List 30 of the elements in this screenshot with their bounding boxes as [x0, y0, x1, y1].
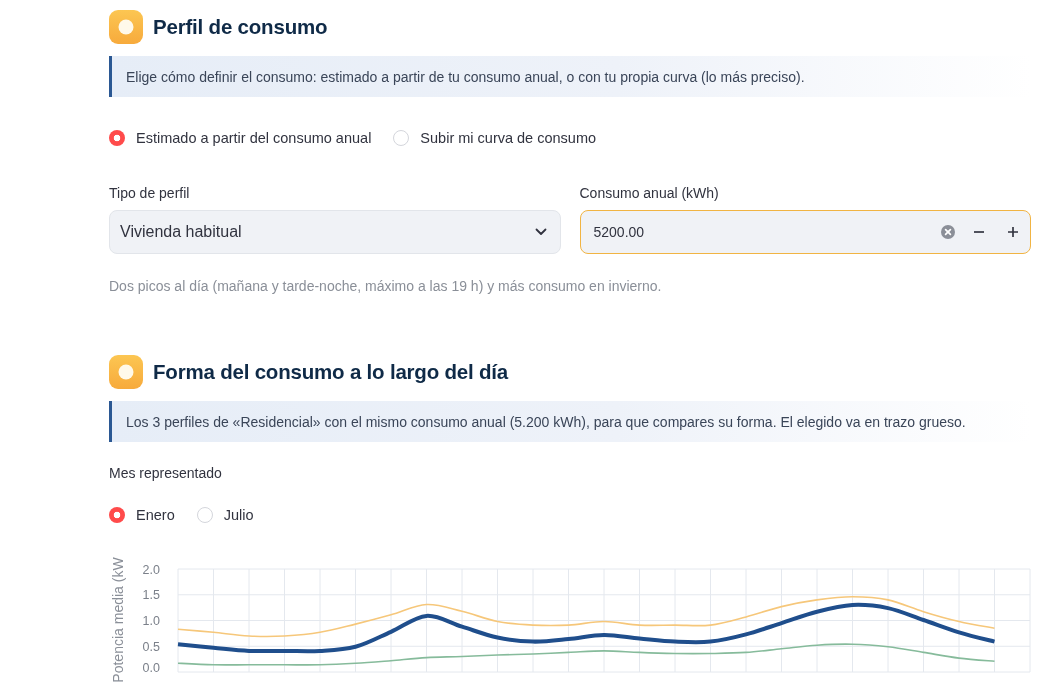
circle-tile-icon	[109, 10, 143, 44]
radio-option[interactable]: Estimado a partir del consumo anual	[109, 128, 372, 148]
number-field[interactable]: 5200.00	[579, 210, 1031, 254]
radio-icon[interactable]	[393, 130, 410, 146]
profile-select[interactable]: Vivienda habitual	[109, 210, 561, 254]
section-title: Forma del consumo a lo largo del día	[153, 359, 509, 385]
radio-option[interactable]: Enero	[109, 505, 175, 525]
plus-icon	[1008, 227, 1018, 237]
info-text: Los 3 perfiles de «Residencial» con el mismo consumo anual (5.200 kWh), para que compares su forma. El elegido va en trazo grueso.	[126, 412, 966, 432]
axis-tick-label: 1.5	[142, 588, 160, 603]
radio-option[interactable]: Subir mi curva de consumo	[393, 128, 597, 148]
clear-icon	[941, 225, 955, 239]
circle-tile-icon	[109, 355, 143, 389]
caption-text: Dos picos al día (mañana y tarde-noche, máximo a las 19 h) y más consumo en invierno.	[109, 277, 662, 296]
minus-icon	[974, 231, 984, 233]
info-text: Elige cómo definir el consumo: estimado a partir de tu consumo anual, o con tu propia curva (lo más preciso).	[126, 67, 805, 87]
radio-icon[interactable]	[196, 507, 213, 523]
radio-icon[interactable]	[109, 130, 125, 146]
radio-icon[interactable]	[109, 507, 125, 523]
axis-tick-label: 1.0	[142, 614, 160, 628]
field-label: Mes representado	[109, 464, 222, 483]
axis-tick-label: 2.0	[142, 562, 160, 577]
field-label: Tipo de perfil	[109, 184, 190, 203]
axis-tick-label: 0.5	[142, 639, 160, 654]
section-title: Perfil de consumo	[153, 14, 328, 40]
axis-title: Potencia media (kW	[110, 557, 126, 683]
chevron-down-icon	[534, 228, 547, 236]
axis-tick-label: 0.0	[142, 660, 160, 675]
radio-option[interactable]: Julio	[196, 505, 254, 525]
field-label: Consumo anual (kWh)	[579, 184, 719, 203]
